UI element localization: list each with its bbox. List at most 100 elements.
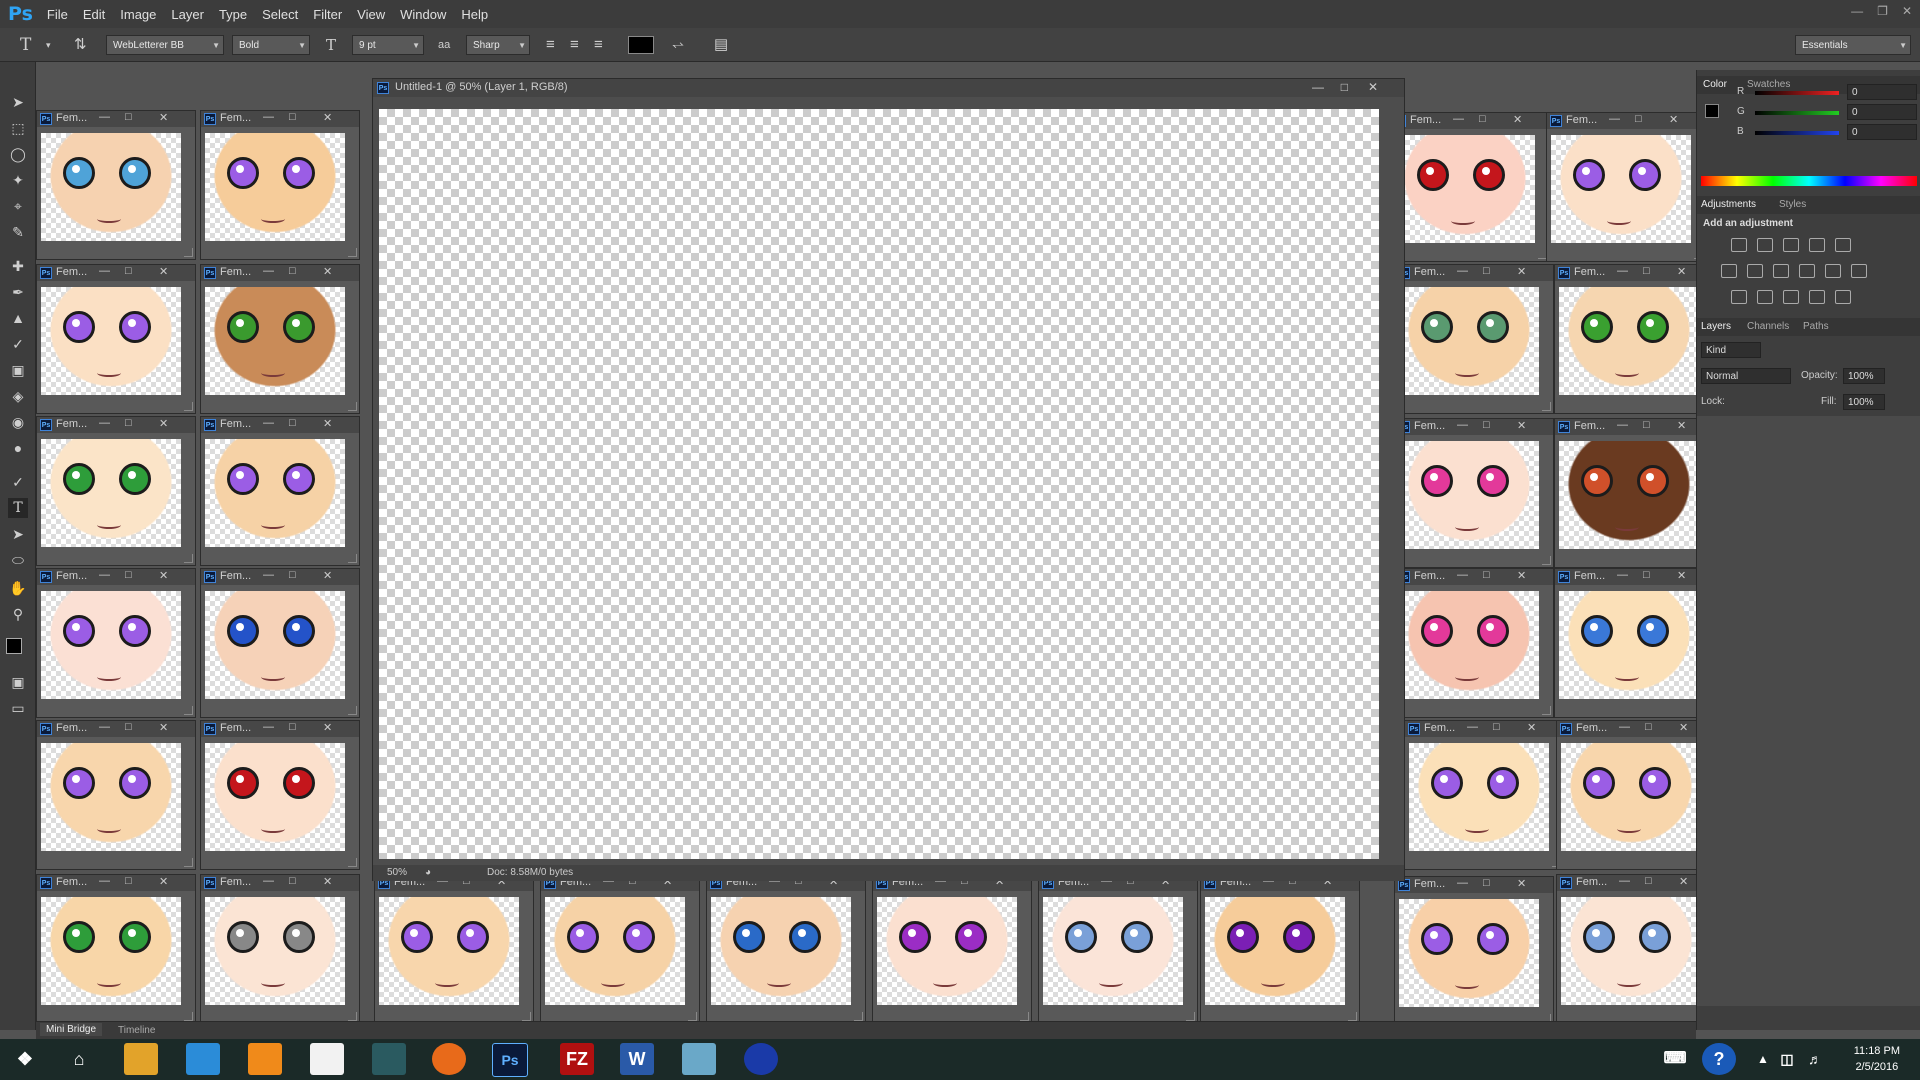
thumbnail-window[interactable]: PsFem...—□✕	[1390, 112, 1550, 262]
thumbnail-image[interactable]	[1551, 135, 1691, 243]
foreground-swatch[interactable]	[1705, 104, 1719, 118]
foreground-color-swatch[interactable]	[6, 638, 22, 654]
maximize-icon[interactable]: □	[125, 569, 132, 581]
thumbnail-image[interactable]	[1395, 135, 1535, 243]
canvas[interactable]	[379, 109, 1379, 859]
filezilla-icon[interactable]: FZ	[560, 1043, 594, 1075]
threshold-icon[interactable]	[1783, 290, 1799, 304]
thumbnail-window[interactable]: PsFem...—□✕	[200, 568, 360, 718]
thumbnail-window[interactable]: PsFem...—□✕	[1546, 112, 1706, 262]
dodge-tool-icon[interactable]: ●	[8, 438, 28, 458]
font-size-select[interactable]: 9 pt ▼	[352, 35, 424, 55]
minimize-icon[interactable]: —	[1619, 875, 1630, 887]
close-icon[interactable]: ✕	[1513, 113, 1522, 126]
minimize-icon[interactable]: —	[263, 569, 274, 581]
minimize-icon[interactable]: —	[263, 417, 274, 429]
menu-file[interactable]: File	[47, 7, 68, 22]
thumbnail-titlebar[interactable]: Ps Fem... — □ ✕	[1555, 419, 1713, 435]
thumbnail-window[interactable]: PsFem...—□✕	[1554, 264, 1714, 414]
maximize-icon[interactable]: □	[1635, 113, 1642, 125]
resize-handle[interactable]	[1020, 1012, 1029, 1021]
menu-edit[interactable]: Edit	[83, 7, 105, 22]
minimize-icon[interactable]: —	[1851, 4, 1863, 18]
gradient-map-icon[interactable]	[1835, 290, 1851, 304]
maximize-icon[interactable]: □	[125, 875, 132, 887]
vibrance-icon[interactable]	[1835, 238, 1851, 252]
posterize-icon[interactable]	[1757, 290, 1773, 304]
maximize-icon[interactable]: □	[125, 417, 132, 429]
zoom-level[interactable]: 50%	[387, 865, 407, 881]
thumbnail-titlebar[interactable]: Ps Fem... — □ ✕	[37, 875, 195, 891]
quick-mask-icon[interactable]: ▣	[8, 672, 28, 692]
thumbnail-image[interactable]	[41, 591, 181, 699]
minimize-icon[interactable]: —	[1453, 113, 1464, 125]
menu-filter[interactable]: Filter	[313, 7, 342, 22]
resize-handle[interactable]	[348, 554, 357, 563]
path-selection-icon[interactable]: ➤	[8, 524, 28, 544]
maximize-icon[interactable]: □	[289, 265, 296, 277]
close-icon[interactable]: ✕	[159, 265, 168, 278]
thumbnail-window[interactable]: PsFem...—□✕	[1554, 568, 1714, 718]
thumbnail-image[interactable]	[205, 439, 345, 547]
resize-handle[interactable]	[348, 248, 357, 257]
close-icon[interactable]: ✕	[159, 721, 168, 734]
thumbnail-window[interactable]: PsFem...—□✕	[200, 110, 360, 260]
maximize-icon[interactable]: □	[125, 721, 132, 733]
thumbnail-image[interactable]	[41, 287, 181, 395]
close-icon[interactable]: ✕	[1368, 80, 1378, 94]
close-icon[interactable]: ✕	[159, 875, 168, 888]
selective-color-icon[interactable]	[1809, 290, 1825, 304]
minimize-icon[interactable]: —	[99, 875, 110, 887]
document-window[interactable]: Ps Untitled-1 @ 50% (Layer 1, RGB/8) — □…	[372, 78, 1405, 881]
thumbnail-image[interactable]	[205, 897, 345, 1005]
text-color-swatch[interactable]	[628, 36, 654, 54]
exposure-icon[interactable]	[1809, 238, 1825, 252]
thumbnail-image[interactable]	[41, 133, 181, 241]
hand-tool-icon[interactable]: ✋	[8, 578, 28, 598]
resize-handle[interactable]	[184, 402, 193, 411]
close-icon[interactable]: ✕	[1679, 721, 1688, 734]
thumbnail-image[interactable]	[1561, 897, 1701, 1005]
lasso-tool-icon[interactable]: ◯	[8, 144, 28, 164]
close-icon[interactable]: ✕	[1517, 265, 1526, 278]
amazon-icon[interactable]	[248, 1043, 282, 1075]
thumbnail-image[interactable]	[877, 897, 1017, 1005]
resize-handle[interactable]	[688, 1012, 697, 1021]
thumbnail-image[interactable]	[1043, 897, 1183, 1005]
tab-color[interactable]: Color	[1703, 79, 1727, 90]
ellipse-tool-icon[interactable]: ⬭	[8, 550, 28, 570]
color-balance-icon[interactable]	[1747, 264, 1763, 278]
minimize-icon[interactable]: —	[263, 721, 274, 733]
thumbnail-window[interactable]: PsFem...—□✕	[374, 874, 534, 1024]
thumbnail-image[interactable]	[1399, 441, 1539, 549]
move-tool-icon[interactable]: ➤	[8, 92, 28, 112]
maximize-icon[interactable]: □	[1493, 721, 1500, 733]
thumbnail-image[interactable]	[1559, 441, 1699, 549]
channel-slider[interactable]	[1755, 91, 1839, 95]
thumbnail-window[interactable]: PsFem...—□✕	[200, 264, 360, 414]
resize-handle[interactable]	[1542, 402, 1551, 411]
minimize-icon[interactable]: —	[99, 721, 110, 733]
curves-icon[interactable]	[1783, 238, 1799, 252]
minimize-icon[interactable]: —	[263, 265, 274, 277]
screen-mode-icon[interactable]: ▭	[8, 698, 28, 718]
resize-handle[interactable]	[348, 706, 357, 715]
minimize-icon[interactable]: —	[1609, 113, 1620, 125]
close-icon[interactable]: ✕	[1902, 4, 1912, 18]
brush-tool-icon[interactable]: ✒	[8, 282, 28, 302]
thumbnail-window[interactable]: PsFem...—□✕	[36, 720, 196, 870]
thumbnail-window[interactable]: PsFem...—□✕	[200, 416, 360, 566]
tab-swatches[interactable]: Swatches	[1747, 79, 1790, 90]
thumbnail-titlebar[interactable]: Ps Fem... — □ ✕	[1405, 721, 1563, 737]
black-white-icon[interactable]	[1773, 264, 1789, 278]
close-icon[interactable]: ✕	[1669, 113, 1678, 126]
tab-mini-bridge[interactable]: Mini Bridge	[40, 1023, 103, 1036]
photo-filter-icon[interactable]	[1799, 264, 1815, 278]
maximize-icon[interactable]: □	[1341, 80, 1348, 94]
maximize-icon[interactable]: □	[289, 569, 296, 581]
channel-value[interactable]: 0	[1847, 124, 1917, 140]
tab-timeline[interactable]: Timeline	[118, 1025, 155, 1036]
thumbnail-window[interactable]: PsFem...—□✕	[36, 416, 196, 566]
thumbnail-image[interactable]	[205, 287, 345, 395]
minimize-icon[interactable]: —	[263, 875, 274, 887]
